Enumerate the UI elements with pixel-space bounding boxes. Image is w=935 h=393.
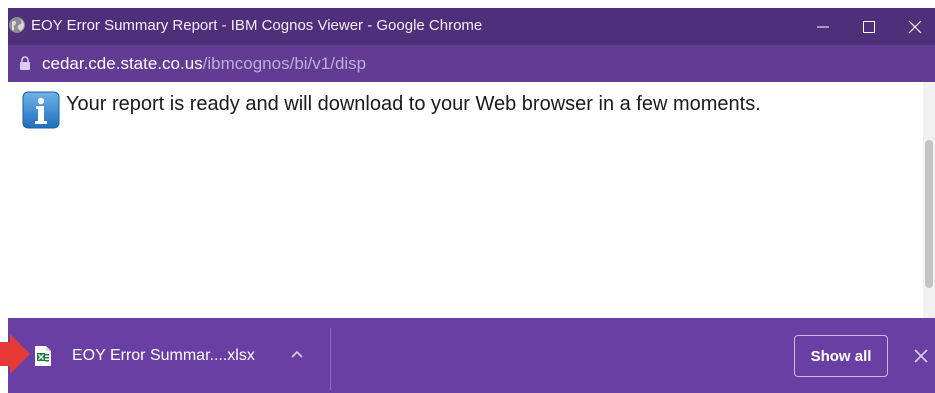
close-icon[interactable]: [914, 349, 928, 363]
url-host: cedar.cde.state.co.us: [42, 54, 203, 73]
minimize-button[interactable]: [800, 8, 846, 45]
window-title: EOY Error Summary Report - IBM Cognos Vi…: [31, 17, 483, 34]
show-all-button[interactable]: Show all: [794, 335, 888, 377]
download-file-name: EOY Error Summar....xlsx: [72, 347, 255, 364]
chevron-up-icon[interactable]: [290, 348, 304, 362]
minimize-icon: [817, 26, 829, 27]
url-text[interactable]: cedar.cde.state.co.us/ibmcognos/bi/v1/di…: [42, 54, 366, 74]
url-path: /ibmcognos/bi/v1/disp: [202, 54, 367, 73]
chrome-popup-window: EOY Error Summary Report - IBM Cognos Vi…: [8, 8, 935, 393]
title-bar[interactable]: EOY Error Summary Report - IBM Cognos Vi…: [8, 8, 935, 45]
globe-icon: [9, 17, 25, 33]
pointer-arrow: [0, 334, 30, 374]
info-icon: [22, 91, 60, 129]
lock-icon: [20, 56, 30, 70]
address-bar[interactable]: cedar.cde.state.co.us/ibmcognos/bi/v1/di…: [8, 45, 935, 82]
status-message: Your report is ready and will download t…: [66, 93, 761, 115]
close-icon: [908, 20, 922, 33]
window-close-button[interactable]: [892, 8, 935, 45]
maximize-icon: [863, 20, 875, 33]
excel-file-icon: [35, 346, 51, 366]
download-shelf: EOY Error Summar....xlsx Show all: [8, 318, 935, 393]
scrollbar-thumb[interactable]: [925, 140, 933, 288]
download-divider: [330, 328, 331, 390]
download-item[interactable]: EOY Error Summar....xlsx: [8, 318, 330, 393]
maximize-button[interactable]: [846, 8, 892, 45]
screenshot-frame: EOY Error Summary Report - IBM Cognos Vi…: [0, 0, 935, 393]
page-content: Your report is ready and will download t…: [8, 82, 935, 318]
